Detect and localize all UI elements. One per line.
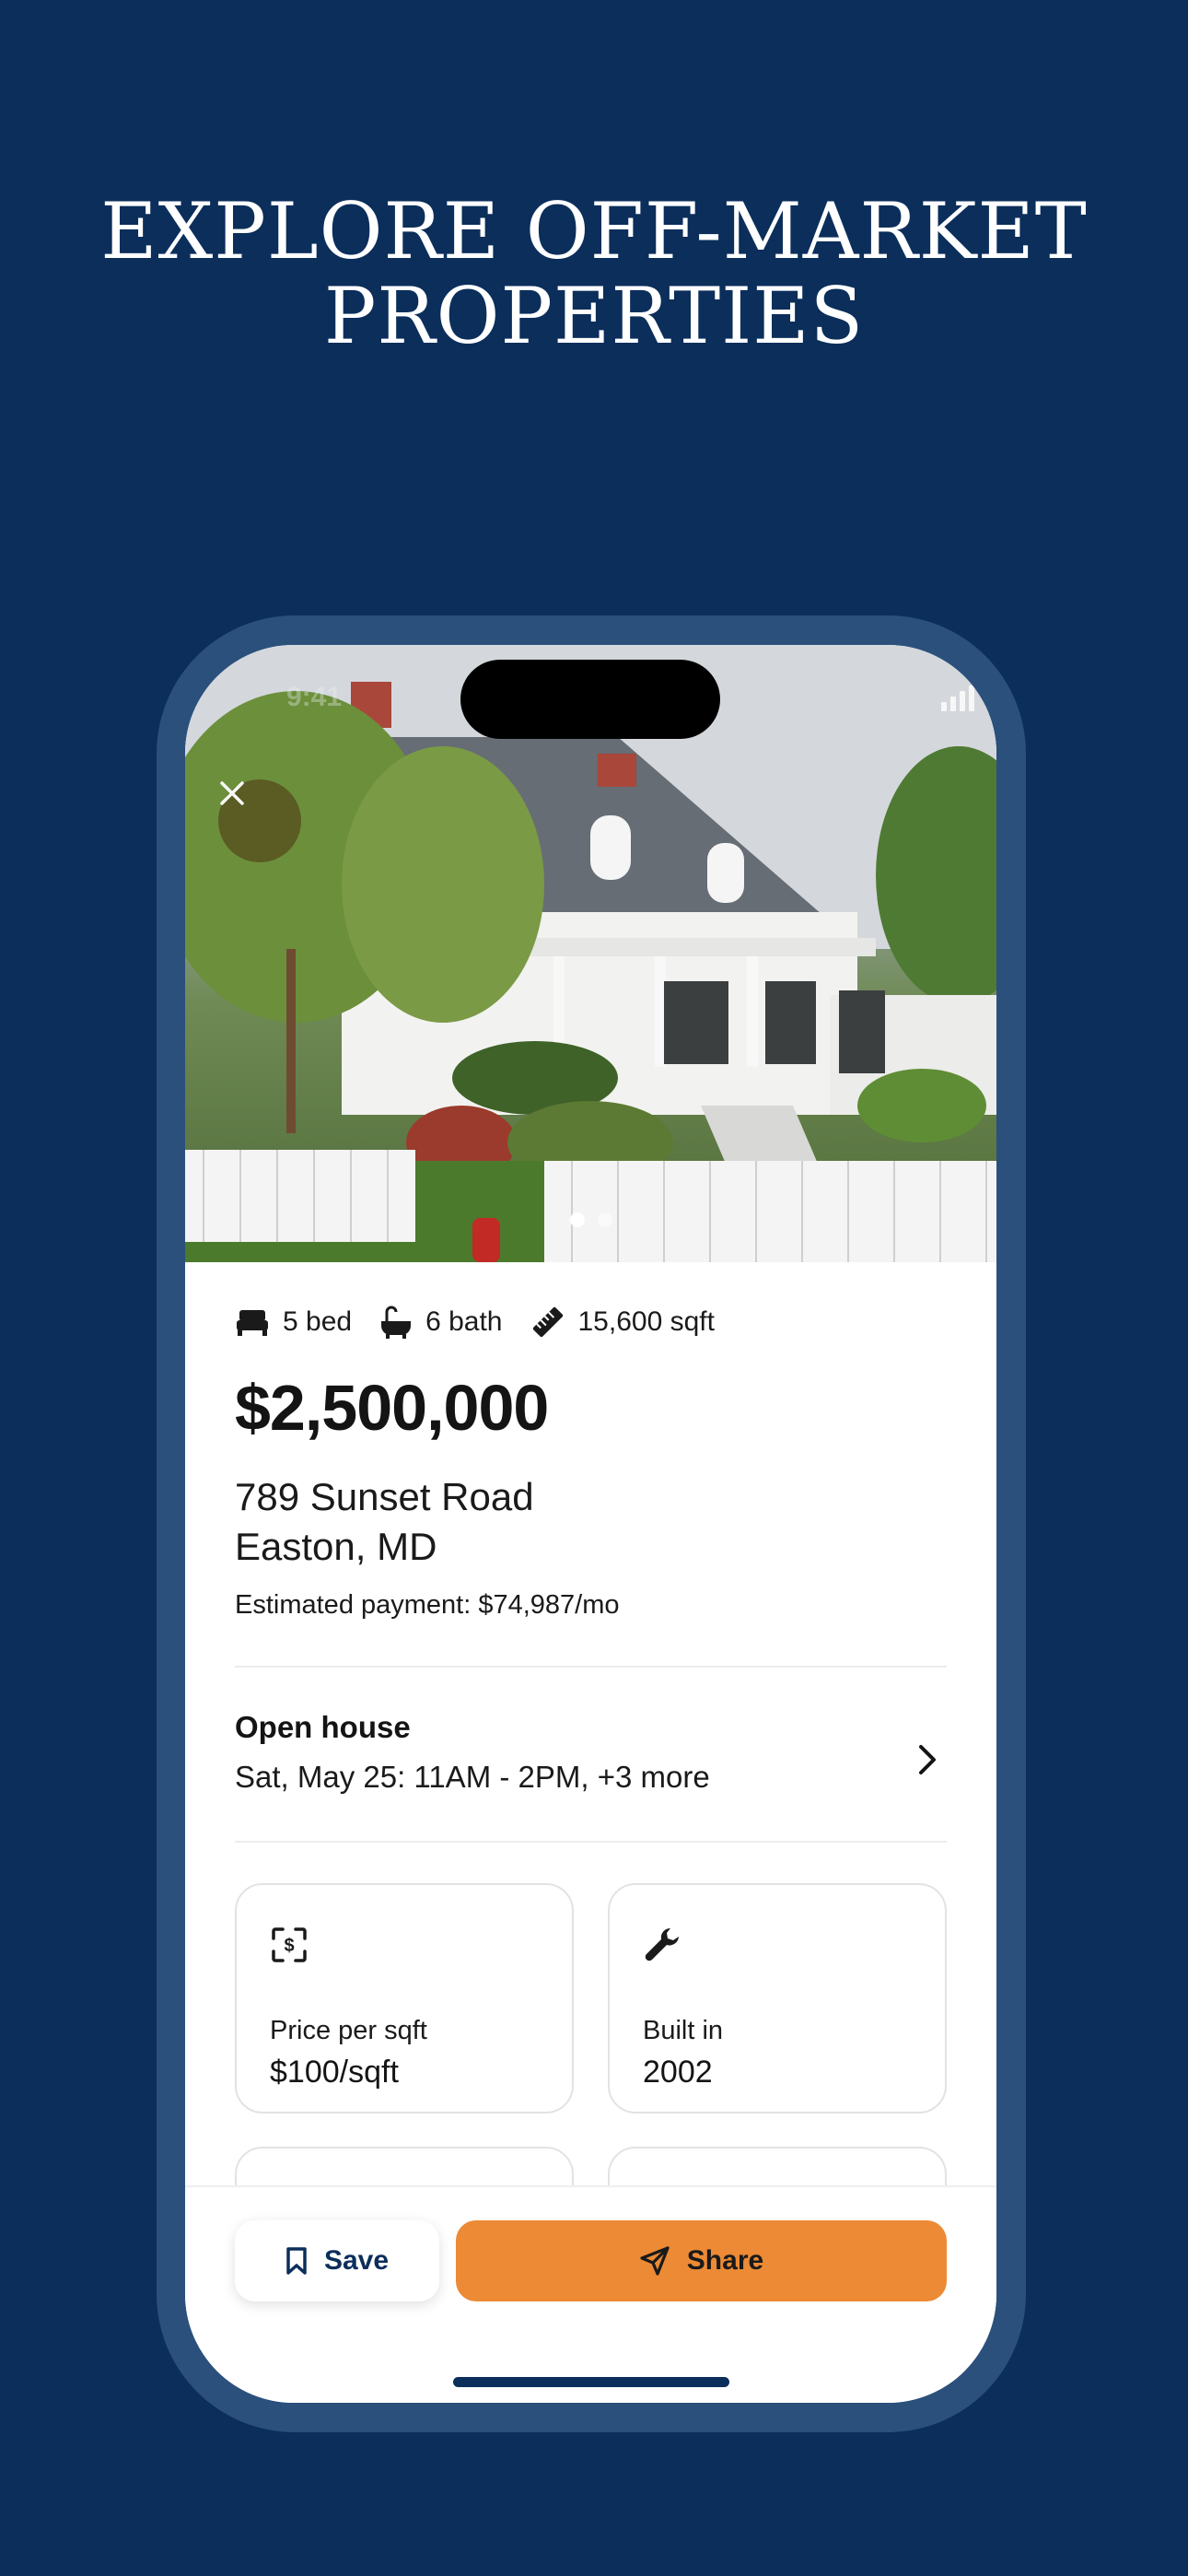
dynamic-island	[460, 660, 720, 739]
feature-baths-label: 6 bath	[425, 1306, 503, 1337]
share-label: Share	[686, 2245, 764, 2276]
feature-area-label: 15,600 sqft	[577, 1306, 715, 1337]
feature-beds: 5 bed	[235, 1306, 352, 1338]
dollar-scan-icon: $	[272, 1927, 307, 1962]
feature-area: 15,600 sqft	[530, 1305, 715, 1340]
open-house-detail: Sat, May 25: 11AM - 2PM, +3 more	[235, 1760, 710, 1794]
signal-icon	[941, 685, 974, 711]
listing-address: 789 Sunset Road Easton, MD	[235, 1472, 534, 1572]
bed-icon	[237, 1310, 268, 1336]
chevron-right-icon	[919, 1745, 936, 1774]
headline: EXPLORE OFF-MARKET PROPERTIES	[0, 189, 1188, 358]
close-icon	[220, 781, 244, 805]
headline-line-2: PROPERTIES	[323, 271, 865, 361]
property-features: 5 bed 6 bath 15,600 sqft	[235, 1301, 742, 1343]
fact-value: $100/sqft	[270, 2055, 399, 2090]
feature-baths: 6 bath	[379, 1306, 503, 1339]
share-button[interactable]: Share	[456, 2220, 947, 2301]
pagination-dot-active[interactable]	[569, 1212, 585, 1227]
estimated-payment: Estimated payment: $74,987/mo	[235, 1590, 620, 1620]
home-indicator[interactable]	[453, 2377, 729, 2387]
divider	[235, 1841, 947, 1843]
close-button[interactable]	[218, 779, 301, 862]
phone-screen: 9:41 5 bed 6 bath 15,600 sqft $2,500,000…	[185, 645, 996, 2403]
fact-card-price-per-sqft[interactable]: $ Price per sqft $100/sqft	[235, 1883, 574, 2113]
listing-price: $2,500,000	[235, 1372, 549, 1444]
bathtub-icon	[381, 1306, 412, 1339]
open-house-title: Open house	[235, 1710, 411, 1744]
fact-label: Built in	[643, 2016, 724, 2045]
address-line-1: 789 Sunset Road	[235, 1475, 534, 1518]
save-label: Save	[323, 2245, 390, 2276]
open-house-row[interactable]: Open house Sat, May 25: 11AM - 2PM, +3 m…	[235, 1710, 947, 1821]
send-icon	[640, 2246, 670, 2276]
fact-value: 2002	[643, 2055, 713, 2090]
property-photo[interactable]: 9:41	[185, 645, 996, 1262]
save-button[interactable]: Save	[235, 2220, 439, 2301]
pagination-dot[interactable]	[597, 1212, 612, 1227]
bookmark-icon	[286, 2247, 307, 2275]
wrench-icon	[645, 1927, 679, 1961]
fact-label: Price per sqft	[270, 2016, 427, 2045]
ruler-icon	[532, 1306, 563, 1338]
address-line-2: Easton, MD	[235, 1525, 437, 1568]
headline-line-1: EXPLORE OFF-MARKET	[100, 186, 1088, 276]
action-bar: Save Share	[185, 2185, 996, 2403]
svg-text:$: $	[284, 1936, 294, 1956]
feature-beds-label: 5 bed	[283, 1306, 353, 1337]
fact-card-built-in[interactable]: Built in 2002	[608, 1883, 947, 2113]
status-time: 9:41	[286, 682, 343, 712]
divider	[235, 1666, 947, 1668]
photo-pagination	[185, 1212, 996, 1227]
